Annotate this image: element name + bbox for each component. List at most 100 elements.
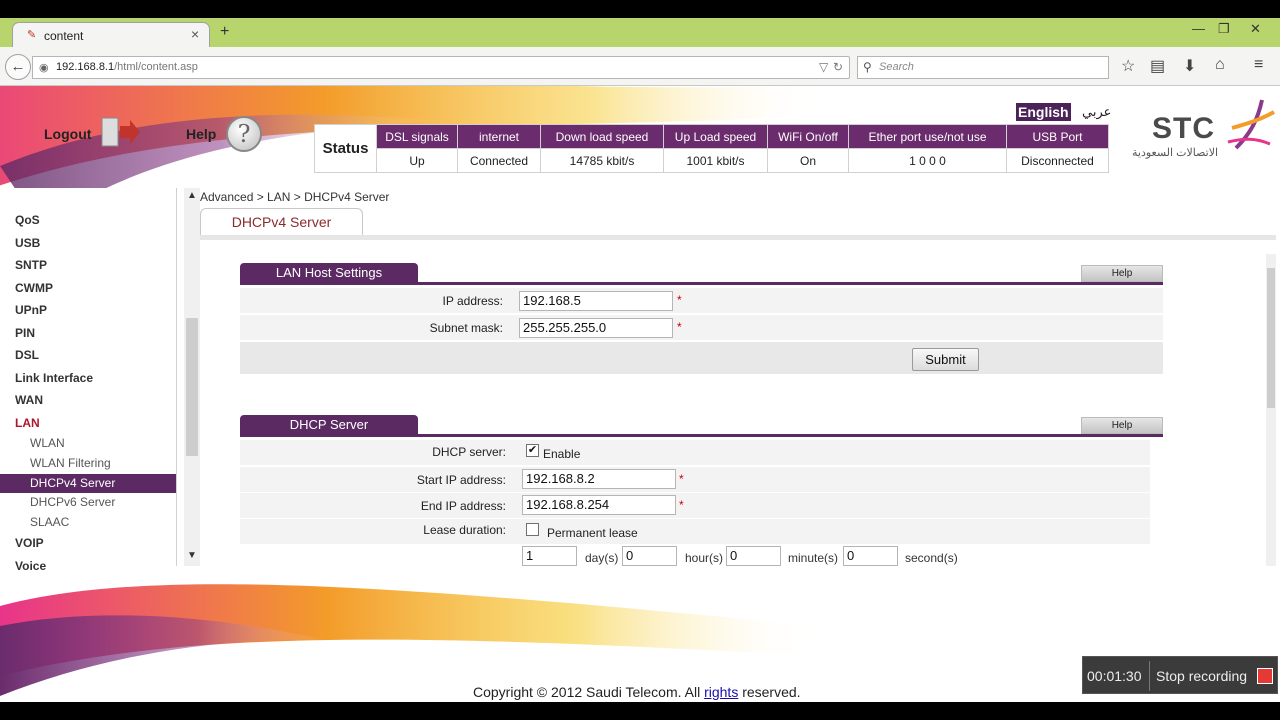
- sidebar-item-voip[interactable]: VOIP: [15, 536, 44, 550]
- close-window-icon[interactable]: ✕: [1250, 21, 1261, 37]
- language-english[interactable]: English: [1016, 103, 1071, 121]
- lan-host-help-button[interactable]: Help: [1081, 265, 1163, 282]
- submit-button[interactable]: Submit: [912, 348, 979, 371]
- stop-recording-button[interactable]: Stop recording: [1156, 668, 1247, 684]
- sidebar-subitem-dhcpv6-server[interactable]: DHCPv6 Server: [30, 495, 115, 509]
- sidebar-item-wan[interactable]: WAN: [15, 393, 43, 407]
- globe-icon: ◉: [39, 62, 49, 74]
- logout-door-icon[interactable]: [100, 116, 140, 148]
- status-header: USB Port: [1006, 124, 1109, 149]
- scroll-up-icon[interactable]: ▲: [187, 190, 197, 201]
- page-content: Logout Help ? English عربي STC الاتصالات…: [0, 86, 1276, 702]
- breadcrumb: Advanced > LAN > DHCPv4 Server: [200, 190, 390, 204]
- menu-icon[interactable]: ≡: [1254, 56, 1263, 74]
- sidebar-item-upnp[interactable]: UPnP: [15, 303, 47, 317]
- language-arabic[interactable]: عربي: [1082, 104, 1111, 120]
- lease-values-row: 1 day(s) 0 hour(s) 0 minute(s) 0 second(…: [240, 545, 1150, 566]
- url-bar[interactable]: ◉ 192.168.8.1/html/content.asp ▽ ↻: [32, 56, 850, 79]
- stc-logo-mark-icon: [1227, 99, 1275, 150]
- start-ip-input[interactable]: 192.168.8.2: [522, 469, 676, 489]
- ip-address-input[interactable]: 192.168.5: [519, 291, 673, 311]
- content-scroll-thumb[interactable]: [1267, 268, 1275, 408]
- page-favicon-icon: ✎: [27, 29, 37, 41]
- sidebar-subitem-label: DHCPv4 Server: [30, 476, 116, 490]
- sidebar-subitem-wlan[interactable]: WLAN: [30, 436, 65, 450]
- home-icon[interactable]: ⌂: [1215, 56, 1225, 74]
- back-arrow-icon[interactable]: ←: [5, 54, 31, 80]
- sidebar-item-link-interface[interactable]: Link Interface: [15, 371, 93, 385]
- lease-days-input[interactable]: 1: [522, 546, 577, 566]
- sidebar-item-usb[interactable]: USB: [15, 236, 40, 250]
- help-question-icon[interactable]: ?: [226, 116, 262, 152]
- ip-address-label: IP address:: [442, 294, 503, 308]
- sidebar-item-lan[interactable]: LAN: [15, 416, 40, 430]
- status-header: Ether port use/not use: [848, 124, 1007, 149]
- url-dropdown-icon[interactable]: ▽: [819, 60, 828, 74]
- lease-minutes-input[interactable]: 0: [726, 546, 781, 566]
- download-icon[interactable]: ⬇: [1183, 56, 1196, 76]
- sidebar-item-cwmp[interactable]: CWMP: [15, 281, 53, 295]
- dhcp-server-label: DHCP server:: [432, 445, 506, 459]
- close-tab-icon[interactable]: ×: [191, 26, 199, 42]
- required-marker: *: [677, 320, 682, 334]
- minimize-icon[interactable]: —: [1192, 21, 1205, 36]
- sidebar-item-qos[interactable]: QoS: [15, 213, 40, 227]
- url-text: 192.168.8.1/html/content.asp: [56, 61, 198, 73]
- status-table: Status DSL signals internet Down load sp…: [314, 124, 1109, 173]
- status-header: WiFi On/off: [767, 124, 849, 149]
- status-value: Up: [376, 148, 458, 173]
- browser-window: ✎ content × + — ❐ ✕ ← ◉ 192.168.8.1/html…: [0, 18, 1280, 702]
- permanent-lease-label: Permanent lease: [547, 526, 638, 540]
- new-tab-icon[interactable]: +: [220, 23, 229, 41]
- search-input[interactable]: ⚲ Search: [857, 56, 1109, 79]
- stc-logo: STC الاتصالات السعودية: [1130, 99, 1276, 176]
- start-ip-row: Start IP address: 192.168.8.2 *: [240, 467, 1150, 493]
- sidebar-item-sntp[interactable]: SNTP: [15, 258, 47, 272]
- stc-brand-text: STC: [1152, 112, 1215, 145]
- status-value: 14785 kbit/s: [540, 148, 664, 173]
- sidebar-subitem-dhcpv4-server[interactable]: DHCPv4 Server: [0, 474, 176, 493]
- restore-icon[interactable]: ❐: [1218, 21, 1230, 37]
- stop-square-icon[interactable]: [1257, 668, 1273, 684]
- sidebar-scrollbar[interactable]: ▲ ▼: [184, 188, 200, 566]
- start-ip-label: Start IP address:: [416, 473, 506, 487]
- help-link[interactable]: Help: [186, 126, 216, 142]
- footer-swoosh-graphic: [0, 584, 820, 696]
- content-scrollbar[interactable]: [1266, 254, 1276, 566]
- browser-tab[interactable]: ✎ content ×: [12, 22, 210, 48]
- bookmark-star-icon[interactable]: ☆: [1121, 56, 1135, 76]
- status-label: Status: [314, 124, 377, 173]
- status-value: On: [767, 148, 849, 173]
- required-marker: *: [677, 293, 682, 307]
- sidebar-divider: [176, 188, 177, 566]
- subnet-mask-input[interactable]: 255.255.255.0: [519, 318, 673, 338]
- sidebar-nav: QoS USB SNTP CWMP UPnP PIN DSL Link Inte…: [0, 188, 180, 573]
- lease-seconds-input[interactable]: 0: [843, 546, 898, 566]
- seconds-unit: second(s): [905, 551, 958, 565]
- rights-link[interactable]: rights: [704, 684, 738, 700]
- search-placeholder: Search: [879, 61, 914, 73]
- dhcp-server-section-header: DHCP Server Help: [240, 415, 1163, 437]
- logout-link[interactable]: Logout: [44, 126, 91, 142]
- sidebar-subitem-slaac[interactable]: SLAAC: [30, 515, 69, 529]
- search-icon: ⚲: [863, 60, 872, 74]
- sidebar-item-dsl[interactable]: DSL: [15, 348, 39, 362]
- dhcp-server-help-button[interactable]: Help: [1081, 417, 1163, 434]
- screen-recorder-widget: 00:01:30 Stop recording: [1082, 656, 1278, 694]
- tab-strip: ✎ content × + — ❐ ✕: [0, 18, 1280, 48]
- sidebar-subitem-wlan-filtering[interactable]: WLAN Filtering: [30, 456, 111, 470]
- lease-hours-input[interactable]: 0: [622, 546, 677, 566]
- submit-row: Submit: [240, 342, 1163, 375]
- required-marker: *: [679, 498, 684, 512]
- reload-icon[interactable]: ↻: [833, 60, 843, 74]
- dhcp-enable-checkbox[interactable]: ✔: [526, 444, 539, 457]
- scroll-down-icon[interactable]: ▼: [187, 550, 197, 561]
- sidebar-item-pin[interactable]: PIN: [15, 326, 35, 340]
- required-marker: *: [679, 472, 684, 486]
- tab-title: content: [44, 29, 84, 43]
- reading-list-icon[interactable]: ▤: [1150, 56, 1165, 76]
- sidebar-scroll-thumb[interactable]: [186, 318, 198, 456]
- tab-dhcpv4-server[interactable]: DHCPv4 Server: [200, 208, 363, 235]
- permanent-lease-checkbox[interactable]: [526, 523, 539, 536]
- end-ip-input[interactable]: 192.168.8.254: [522, 495, 676, 515]
